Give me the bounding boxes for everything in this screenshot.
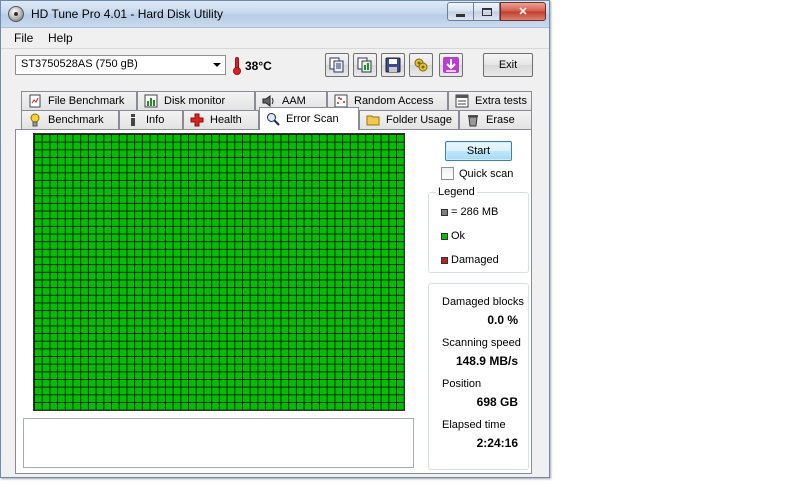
- tab-label: AAM: [282, 95, 306, 107]
- legend-damaged: Damaged: [441, 254, 499, 266]
- hdtune-app-icon[interactable]: [8, 6, 24, 22]
- tab-label: Benchmark: [48, 114, 104, 126]
- info-icon: [126, 113, 140, 127]
- save-icon: [385, 57, 401, 73]
- quick-scan-label: Quick scan: [459, 167, 514, 180]
- scan-block-grid: [33, 133, 405, 411]
- scanning-speed-value: 148.9 MB/s: [455, 354, 518, 368]
- scan-log-box[interactable]: [23, 418, 414, 468]
- disk-monitor-icon: [144, 94, 158, 108]
- random-access-icon: [334, 94, 348, 108]
- maximize-button[interactable]: [473, 2, 500, 21]
- health-cross-icon: [190, 113, 204, 127]
- tab-row-front: Benchmark Info Health Error Scan Folder …: [15, 107, 532, 130]
- speaker-icon: [262, 94, 276, 108]
- exit-button[interactable]: Exit: [483, 53, 533, 77]
- elapsed-time-label: Elapsed time: [442, 419, 506, 431]
- legend-ok: Ok: [441, 230, 465, 242]
- tab-info[interactable]: Info: [119, 110, 183, 129]
- legend-group: Legend = 286 MB Ok Damaged: [428, 186, 529, 273]
- tab-extra-tests[interactable]: Extra tests: [448, 91, 532, 110]
- tab-label: Extra tests: [475, 95, 527, 107]
- tab-error-scan[interactable]: Error Scan: [259, 107, 359, 130]
- tab-benchmark[interactable]: Benchmark: [21, 110, 119, 129]
- menu-help[interactable]: Help: [48, 31, 73, 45]
- position-value: 698 GB: [476, 395, 518, 409]
- legend-block-size: = 286 MB: [441, 206, 498, 218]
- file-benchmark-icon: [28, 94, 42, 108]
- toolbar-divider: [1, 48, 549, 49]
- trash-icon: [466, 113, 480, 127]
- extra-tests-icon: [455, 94, 469, 108]
- minimize-icon: [456, 13, 465, 17]
- legend-block-size-label: = 286 MB: [451, 206, 499, 218]
- drive-select[interactable]: ST3750528AS (750 gB): [15, 55, 226, 75]
- drive-select-value: ST3750528AS (750 gB): [21, 58, 138, 70]
- menu-bar: File Help: [1, 28, 549, 48]
- damaged-blocks-value: 0.0 %: [487, 313, 518, 327]
- maximize-icon: [481, 7, 492, 16]
- options-button[interactable]: [409, 53, 433, 77]
- legend-title: Legend: [436, 186, 477, 198]
- download-button[interactable]: [439, 53, 463, 77]
- copy-image-icon: [357, 57, 372, 73]
- tab-label: Erase: [486, 114, 515, 126]
- elapsed-time-value: 2:24:16: [476, 436, 518, 450]
- close-icon: ✕: [518, 6, 528, 18]
- minimize-button[interactable]: [447, 2, 474, 21]
- lightbulb-icon: [28, 113, 42, 127]
- tab-folder-usage[interactable]: Folder Usage: [359, 110, 459, 129]
- chevron-down-icon: [213, 63, 221, 67]
- window-title: HD Tune Pro 4.01 - Hard Disk Utility: [31, 7, 224, 21]
- tab-label: Info: [146, 114, 165, 126]
- scanning-speed-label: Scanning speed: [442, 337, 521, 349]
- temperature-readout: 38°C: [245, 59, 272, 73]
- scan-stats-group: Damaged blocks 0.0 % Scanning speed 148.…: [428, 283, 529, 470]
- menu-file[interactable]: File: [14, 31, 33, 45]
- tab-label: Error Scan: [286, 113, 339, 125]
- tab-disk-monitor[interactable]: Disk monitor: [137, 91, 255, 110]
- tab-health[interactable]: Health: [183, 110, 259, 129]
- tab-label: Random Access: [354, 95, 434, 107]
- tab-erase[interactable]: Erase: [459, 110, 532, 129]
- save-button[interactable]: [381, 53, 405, 77]
- tab-label: File Benchmark: [48, 95, 125, 107]
- options-icon: [414, 58, 428, 72]
- start-button[interactable]: Start: [445, 141, 512, 161]
- checkbox-box[interactable]: [441, 167, 454, 180]
- tab-label: Folder Usage: [386, 114, 453, 126]
- thermometer-icon: [232, 57, 242, 75]
- green-swatch: [441, 232, 448, 240]
- damaged-blocks-label: Damaged blocks: [442, 296, 524, 308]
- close-button[interactable]: ✕: [500, 2, 546, 21]
- copy-image-button[interactable]: [353, 53, 377, 77]
- red-swatch: [441, 256, 448, 264]
- app-window: HD Tune Pro 4.01 - Hard Disk Utility ✕ F…: [0, 0, 550, 478]
- tab-file-benchmark[interactable]: File Benchmark: [21, 91, 137, 110]
- magnifier-icon: [266, 112, 280, 126]
- quick-scan-checkbox[interactable]: Quick scan: [441, 167, 513, 180]
- title-bar[interactable]: HD Tune Pro 4.01 - Hard Disk Utility ✕: [1, 1, 549, 28]
- tab-label: Disk monitor: [164, 95, 226, 107]
- folder-icon: [366, 113, 380, 127]
- legend-ok-label: Ok: [451, 230, 466, 242]
- error-scan-panel: Start Quick scan Legend = 286 MB Ok Dama…: [15, 129, 532, 474]
- copy-text-icon: [329, 57, 344, 73]
- legend-damaged-label: Damaged: [451, 254, 499, 266]
- grey-swatch: [441, 208, 448, 216]
- copy-text-button[interactable]: [325, 53, 349, 77]
- position-label: Position: [442, 378, 482, 390]
- tab-label: Health: [210, 114, 242, 126]
- download-icon: [443, 57, 459, 73]
